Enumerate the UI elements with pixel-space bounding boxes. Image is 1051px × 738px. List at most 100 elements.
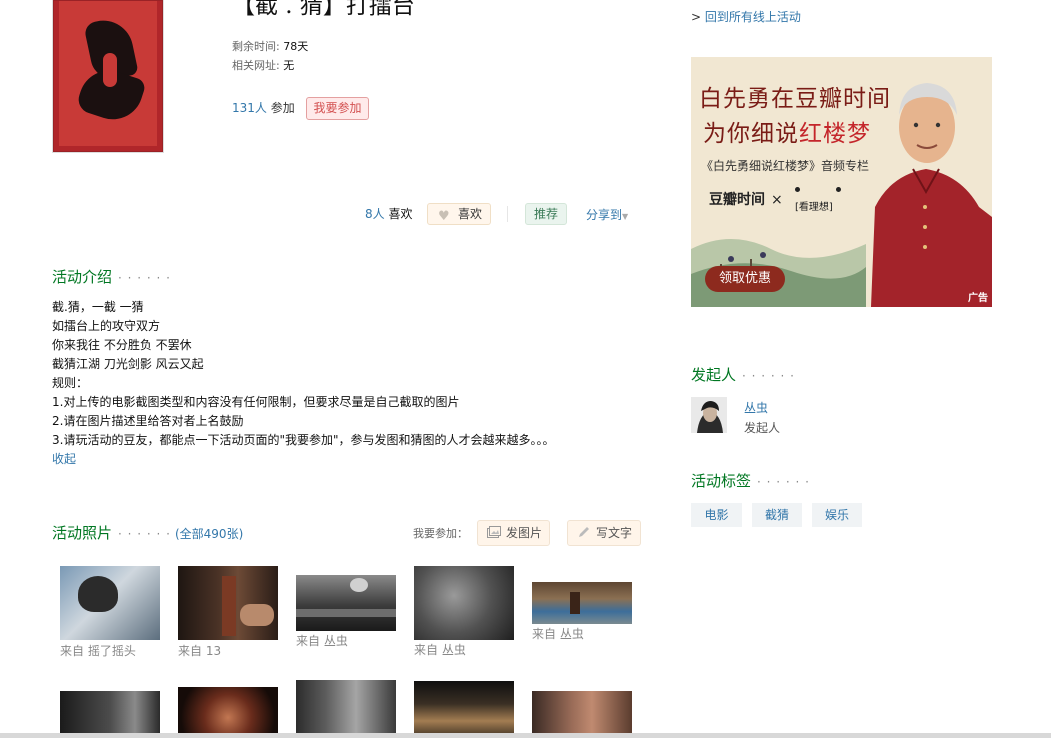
heading-dots: · · · · · · bbox=[757, 475, 810, 489]
tag-jiecai[interactable]: 截猜 bbox=[752, 503, 802, 527]
photo-author-link[interactable]: 13 bbox=[206, 644, 221, 658]
photo-thumbnail[interactable] bbox=[532, 582, 632, 624]
photo-author-link[interactable]: 丛虫 bbox=[324, 634, 348, 648]
all-photos-link[interactable]: (全部490张) bbox=[175, 527, 243, 541]
photo-thumbnail[interactable] bbox=[296, 680, 396, 738]
share-label: 分享到 bbox=[586, 208, 623, 222]
heading-dots: · · · · · · bbox=[118, 527, 171, 541]
ad-label: 广告 bbox=[968, 293, 988, 304]
intro-line: 1.对上传的电影截图类型和内容没有任何限制，但要求尽量是自己截取的图片 bbox=[52, 395, 460, 409]
heading-dots: · · · · · · bbox=[118, 271, 171, 285]
dot-icon bbox=[795, 187, 800, 192]
ad-cta-button[interactable]: 领取优惠 bbox=[705, 266, 785, 292]
photo-detail bbox=[296, 609, 396, 617]
photo-caption: 来自 丛虫 bbox=[414, 641, 466, 658]
ad-headline-2-pre: 为你细说 bbox=[703, 121, 799, 147]
intro-line: 截.猜，一截 一猜 bbox=[52, 300, 144, 314]
event-title: 【截 . 猜】打擂台 bbox=[232, 0, 415, 19]
event-poster[interactable] bbox=[53, 0, 163, 152]
heading-dots: · · · · · · bbox=[742, 369, 795, 383]
ad-subtitle: 《白先勇细说红楼梦》音频专栏 bbox=[701, 159, 870, 173]
poster-art bbox=[59, 1, 157, 146]
tags-heading: 活动标签 · · · · · · bbox=[691, 470, 810, 491]
likes-count: 8人 喜欢 bbox=[365, 205, 412, 222]
caption-prefix: 来自 bbox=[532, 627, 557, 641]
avatar-image bbox=[691, 397, 727, 433]
photo-author-link[interactable]: 摇了摇头 bbox=[88, 644, 136, 658]
back-to-events[interactable]: > 回到所有线上活动 bbox=[691, 8, 801, 25]
photo-thumbnail[interactable] bbox=[178, 566, 278, 640]
chevron-right-icon: > bbox=[691, 10, 702, 24]
pencil-icon bbox=[579, 527, 589, 537]
back-link-text[interactable]: 回到所有线上活动 bbox=[705, 10, 801, 24]
photo-thumbnail[interactable] bbox=[60, 691, 160, 738]
photo-thumbnail[interactable] bbox=[296, 575, 396, 631]
write-text-button[interactable]: 写文字 bbox=[567, 520, 641, 546]
initiator-heading: 发起人 · · · · · · bbox=[691, 364, 795, 385]
photo-author-link[interactable]: 丛虫 bbox=[442, 643, 466, 657]
avatar[interactable] bbox=[691, 397, 727, 433]
tag-movie[interactable]: 电影 bbox=[691, 503, 742, 527]
tags-heading-text: 活动标签 bbox=[691, 472, 752, 490]
intro-line: 截猜江湖 刀光剑影 风云又起 bbox=[52, 357, 204, 371]
photo-detail bbox=[222, 576, 236, 636]
joined-suffix: 参加 bbox=[270, 101, 295, 115]
photo-detail bbox=[570, 592, 580, 614]
image-icon bbox=[487, 526, 501, 538]
photo-detail bbox=[350, 578, 368, 592]
initiator-role: 发起人 bbox=[744, 421, 781, 435]
ad-partner: [看理想] bbox=[795, 202, 833, 213]
photo-caption: 来自 13 bbox=[178, 642, 221, 659]
photo-caption: 来自 丛虫 bbox=[532, 625, 584, 642]
photo-caption: 来自 丛虫 bbox=[296, 632, 348, 649]
photo-thumbnail[interactable] bbox=[414, 566, 514, 640]
caption-prefix: 来自 bbox=[178, 644, 203, 658]
landscape-illustration bbox=[691, 239, 866, 307]
recommend-button[interactable]: 推荐 bbox=[525, 203, 567, 225]
caption-prefix: 来自 bbox=[414, 643, 439, 657]
photo-detail bbox=[240, 604, 274, 626]
remaining-value: 78天 bbox=[283, 40, 309, 53]
share-dropdown[interactable]: 分享到▼ bbox=[586, 206, 628, 223]
write-text-label: 写文字 bbox=[596, 526, 633, 540]
photos-heading: 活动照片 · · · · · · (全部490张) bbox=[52, 522, 243, 543]
joined-count-link[interactable]: 131人 bbox=[232, 101, 267, 115]
intro-heading-text: 活动介绍 bbox=[52, 268, 113, 286]
photo-thumbnail[interactable] bbox=[532, 691, 632, 738]
url-label: 相关网址: bbox=[232, 59, 280, 72]
related-url: 相关网址: 无 bbox=[232, 57, 294, 73]
url-value: 无 bbox=[283, 59, 295, 72]
photo-thumbnail[interactable] bbox=[60, 566, 160, 640]
photo-thumbnail[interactable] bbox=[178, 687, 278, 738]
upload-photo-button[interactable]: 发图片 bbox=[477, 520, 550, 546]
photo-caption: 来自 摇了摇头 bbox=[60, 642, 136, 659]
initiator-heading-text: 发起人 bbox=[691, 366, 737, 384]
ad-brand-douban: 豆瓣时间 bbox=[709, 192, 765, 208]
intro-body: 截.猜，一截 一猜 如擂台上的攻守双方 你来我往 不分胜负 不罢休 截猜江湖 刀… bbox=[52, 298, 642, 469]
caption-prefix: 来自 bbox=[296, 634, 321, 648]
tag-entertainment[interactable]: 娱乐 bbox=[812, 503, 862, 527]
dot-icon bbox=[836, 187, 841, 192]
intro-line: 2.请在图片描述里给答对者上名鼓励 bbox=[52, 414, 244, 428]
photos-heading-text: 活动照片 bbox=[52, 524, 113, 542]
ad-portrait bbox=[871, 83, 992, 307]
like-button[interactable]: ♥ 喜欢 bbox=[427, 203, 491, 225]
join-button[interactable]: 我要参加 bbox=[306, 97, 369, 120]
upload-photo-label: 发图片 bbox=[506, 526, 543, 540]
initiator-name-link[interactable]: 丛虫 bbox=[744, 399, 768, 416]
ad-brands: 豆瓣时间 × bbox=[709, 189, 789, 209]
times-sign: × bbox=[771, 192, 783, 208]
poster-brush-mark bbox=[103, 53, 117, 87]
remaining-time: 剩余时间: 78天 bbox=[232, 38, 308, 54]
intro-line: 你来我往 不分胜负 不罢休 bbox=[52, 338, 192, 352]
likes-suffix: 喜欢 bbox=[388, 207, 413, 221]
ad-headline-2: 为你细说红楼梦 bbox=[703, 114, 871, 148]
intro-line: 如擂台上的攻守双方 bbox=[52, 319, 161, 333]
joined-count: 131人 参加 bbox=[232, 99, 295, 116]
photo-author-link[interactable]: 丛虫 bbox=[560, 627, 584, 641]
likes-count-link[interactable]: 8人 bbox=[365, 207, 385, 221]
ad-banner[interactable]: 白先勇在豆瓣时间 为你细说红楼梦 《白先勇细说红楼梦》音频专栏 豆瓣时间 × [看… bbox=[691, 57, 992, 307]
divider bbox=[507, 206, 508, 222]
collapse-link[interactable]: 收起 bbox=[52, 450, 642, 469]
photo-thumbnail[interactable] bbox=[414, 681, 514, 738]
